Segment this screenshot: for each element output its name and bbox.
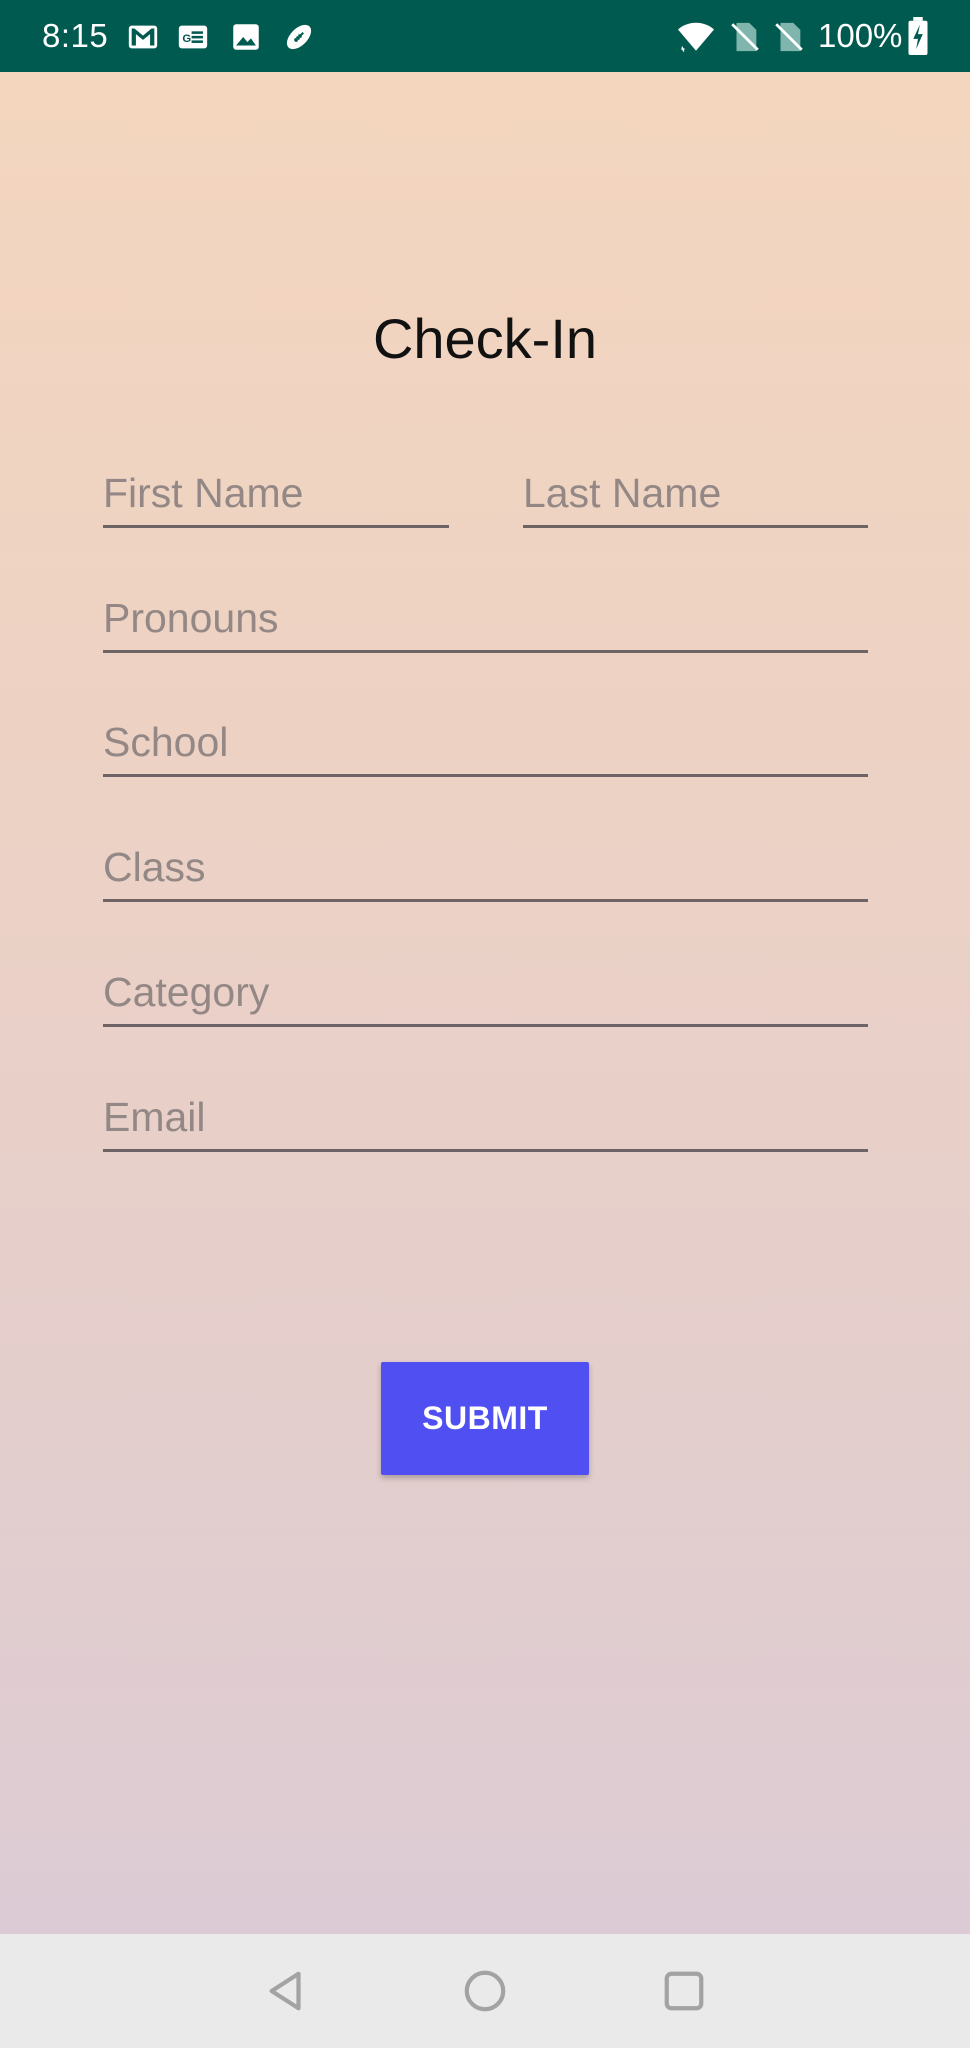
school-field[interactable]: School — [103, 718, 868, 777]
submit-button[interactable]: SUBMIT — [381, 1362, 589, 1475]
battery-charging-icon — [908, 17, 928, 55]
category-field[interactable]: Category — [103, 968, 868, 1027]
navigation-bar — [0, 1934, 970, 2048]
class-placeholder: Class — [103, 844, 206, 890]
first-name-field[interactable]: First Name — [103, 469, 449, 528]
gmail-icon — [128, 25, 158, 49]
no-sim-icon — [731, 22, 759, 52]
class-field[interactable]: Class — [103, 843, 868, 902]
last-name-placeholder: Last Name — [523, 470, 722, 516]
no-sim-icon — [775, 22, 803, 52]
recents-icon[interactable] — [661, 1968, 707, 2014]
school-placeholder: School — [103, 719, 229, 765]
email-field[interactable]: Email — [103, 1093, 868, 1152]
category-placeholder: Category — [103, 969, 270, 1015]
status-bar: 8:15 G 100% — [0, 0, 970, 72]
first-name-placeholder: First Name — [103, 470, 304, 516]
pronouns-field[interactable]: Pronouns — [103, 594, 868, 653]
pronouns-placeholder: Pronouns — [103, 595, 279, 641]
email-placeholder: Email — [103, 1094, 206, 1140]
last-name-field[interactable]: Last Name — [523, 469, 868, 528]
svg-text:G: G — [182, 33, 191, 45]
image-icon — [233, 24, 259, 50]
status-time: 8:15 — [42, 17, 109, 54]
wifi-icon — [678, 22, 714, 52]
check-in-screen: Check-In First Name Last Name Pronouns S… — [0, 72, 970, 1934]
back-icon[interactable] — [264, 1968, 310, 2014]
football-icon — [286, 24, 312, 50]
home-icon[interactable] — [462, 1968, 508, 2014]
page-title: Check-In — [372, 307, 598, 370]
battery-percentage: 100% — [818, 17, 903, 54]
news-icon: G — [178, 25, 208, 49]
